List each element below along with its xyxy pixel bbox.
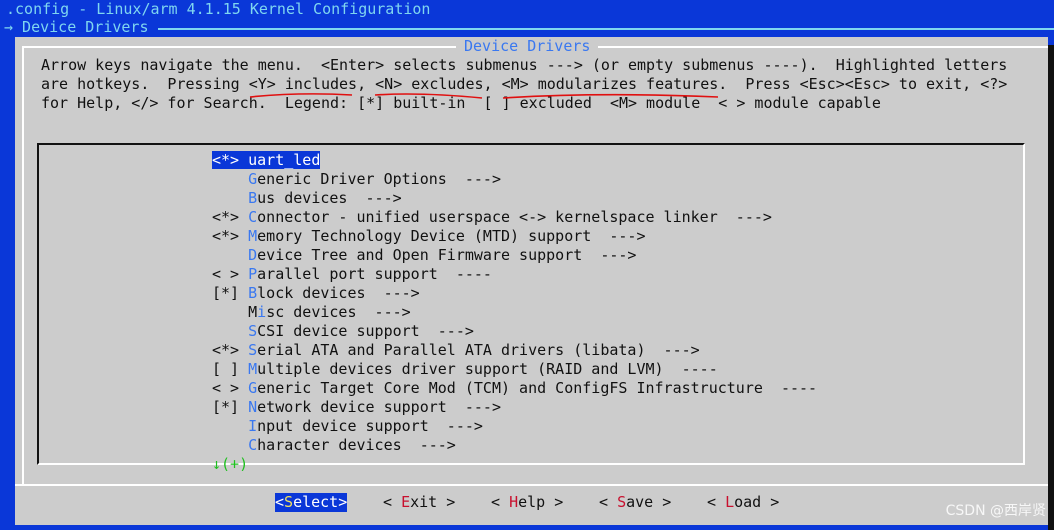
button-bracket: < <box>275 493 285 511</box>
menu-item-prefix: <*> <box>212 227 249 245</box>
button-label: elect> <box>293 493 348 511</box>
menu-item[interactable]: Device Tree and Open Firmware support --… <box>212 246 636 265</box>
menu-item[interactable]: Bus devices ---> <box>212 189 402 208</box>
menu-item-prefix <box>212 322 248 340</box>
menu-item-prefix <box>212 436 248 454</box>
button-bracket: < <box>707 493 726 511</box>
menu-item[interactable]: <*> Serial ATA and Parallel ATA drivers … <box>212 341 700 360</box>
button-exit[interactable]: < Exit > <box>383 493 455 512</box>
button-bracket: < <box>491 493 510 511</box>
menu-item-prefix: < > <box>212 379 249 397</box>
menu-item-prefix <box>212 417 248 435</box>
menu-item-label: arallel port support ---- <box>257 265 492 283</box>
menu-item-label: eneric Target Core Mod (TCM) and ConfigF… <box>257 379 818 397</box>
hotkey-letter: H <box>509 493 519 511</box>
hotkey-letter: u <box>248 151 258 169</box>
menu-item-label: sc devices ---> <box>266 303 411 321</box>
menu-item[interactable]: Input device support ---> <box>212 417 483 436</box>
menu-item[interactable]: [*] Block devices ---> <box>212 284 420 303</box>
hotkey-letter: S <box>248 341 258 359</box>
menu-item-label: us devices ---> <box>257 189 402 207</box>
menu-item[interactable]: <*> uart_led <box>212 151 321 170</box>
menu-item-prefix: M <box>212 303 258 321</box>
menu-item-prefix: [*] <box>212 398 249 416</box>
hotkey-letter: i <box>257 303 267 321</box>
menu-item-label: art_led <box>257 151 321 169</box>
menu-item-label: ultiple devices driver support (RAID and… <box>257 360 718 378</box>
menu-item-label: CSI device support ---> <box>257 322 474 340</box>
hotkey-letter: B <box>248 189 258 207</box>
button-label: elp > <box>518 493 564 511</box>
menu-item[interactable]: Misc devices ---> <box>212 303 411 322</box>
button-separator <box>15 484 1048 486</box>
button-label: oad > <box>734 493 780 511</box>
menu-item-prefix: < > <box>212 265 249 283</box>
menu-item-prefix: [ ] <box>212 360 249 378</box>
hotkey-letter: C <box>248 208 258 226</box>
more-indicator: ↓(+) <box>212 455 249 473</box>
watermark: CSDN @西岸贤 <box>945 503 1046 519</box>
hotkey-letter: S <box>617 493 627 511</box>
menu-item-label: lock devices ---> <box>257 284 420 302</box>
hotkey-letter: M <box>248 227 258 245</box>
menu-item[interactable]: Generic Driver Options ---> <box>212 170 501 189</box>
hotkey-letter: L <box>725 493 735 511</box>
menu-item[interactable]: SCSI device support ---> <box>212 322 474 341</box>
menu-item[interactable]: < > Parallel port support ---- <box>212 265 492 284</box>
menu-item[interactable]: [*] Network device support ---> <box>212 398 501 417</box>
button-help[interactable]: < Help > <box>491 493 563 512</box>
menu-item-prefix: <*> <box>212 208 249 226</box>
menu-item[interactable]: <*> Memory Technology Device (MTD) suppo… <box>212 227 645 246</box>
hotkey-letter: C <box>248 436 258 454</box>
menu-item-label: evice Tree and Open Firmware support ---… <box>257 246 637 264</box>
hotkey-letter: I <box>248 417 258 435</box>
hotkey-letter: N <box>248 398 258 416</box>
button-bracket: < <box>599 493 618 511</box>
hotkey-letter: S <box>284 493 294 511</box>
menu-item-prefix <box>212 246 248 264</box>
menu-item-prefix <box>212 170 248 188</box>
menu-item-prefix: [*] <box>212 284 249 302</box>
hotkey-letter: P <box>248 265 258 283</box>
hotkey-letter: B <box>248 284 258 302</box>
menu-item-label: haracter devices ---> <box>257 436 456 454</box>
menu-item-label: etwork device support ---> <box>257 398 501 416</box>
menu-item-label: emory Technology Device (MTD) support --… <box>257 227 646 245</box>
menu-item[interactable]: < > Generic Target Core Mod (TCM) and Co… <box>212 379 817 398</box>
menu-item-label: nput device support ---> <box>257 417 483 435</box>
button-label: xit > <box>410 493 456 511</box>
menu-list <box>37 143 1025 465</box>
button-bracket: < <box>383 493 402 511</box>
menu-item-label: onnector - unified userspace <-> kernels… <box>257 208 772 226</box>
button-save[interactable]: < Save > <box>599 493 671 512</box>
hotkey-letter: M <box>248 360 258 378</box>
menu-item[interactable]: <*> Connector - unified userspace <-> ke… <box>212 208 772 227</box>
menu-item-label: eneric Driver Options ---> <box>257 170 501 188</box>
menu-item[interactable]: Character devices ---> <box>212 436 456 455</box>
hotkey-letter: G <box>248 170 258 188</box>
menu-item-prefix <box>212 189 248 207</box>
hotkey-letter: S <box>248 322 258 340</box>
hotkey-letter: G <box>248 379 258 397</box>
menu-item-prefix: <*> <box>212 341 249 359</box>
hotkey-letter: D <box>248 246 258 264</box>
button-load[interactable]: < Load > <box>707 493 779 512</box>
menu-item-prefix: <*> <box>212 151 249 169</box>
menu-item[interactable]: [ ] Multiple devices driver support (RAI… <box>212 360 718 379</box>
button-select[interactable]: <Select> <box>275 493 348 512</box>
button-label: ave > <box>626 493 672 511</box>
menu-item-label: erial ATA and Parallel ATA drivers (liba… <box>257 341 700 359</box>
hotkey-letter: E <box>401 493 411 511</box>
